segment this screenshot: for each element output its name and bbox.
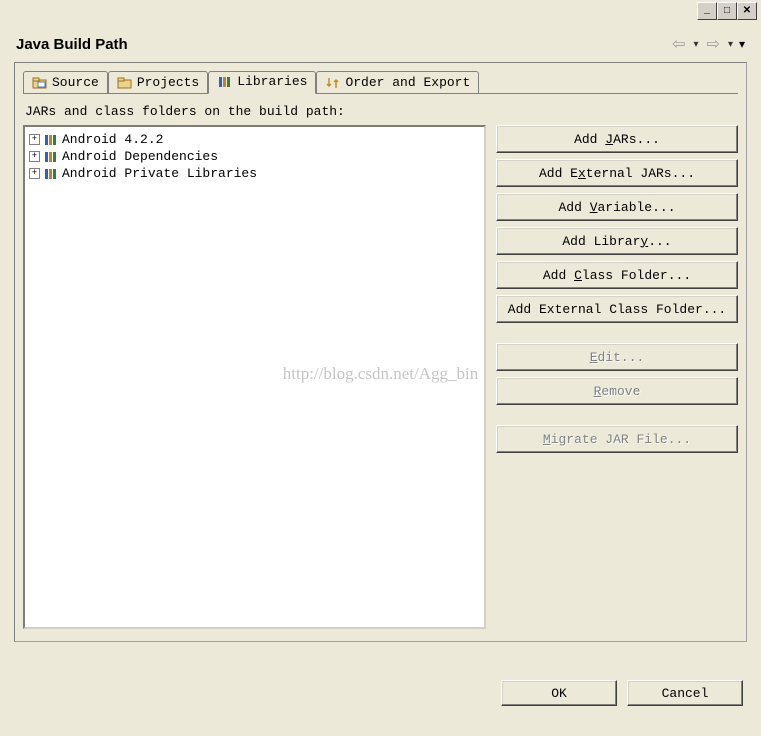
add-jars-button[interactable]: Add JARs... [496, 125, 738, 153]
add-external-class-folder-button[interactable]: Add External Class Folder... [496, 295, 738, 323]
migrate-jar-button: Migrate JAR File... [496, 425, 738, 453]
projects-folder-icon [117, 76, 133, 90]
tabs-bar: Source Projects Libraries Order and Expo… [23, 71, 738, 94]
tree-item[interactable]: + Android 4.2.2 [29, 131, 480, 148]
forward-arrow-icon[interactable]: ⇨ [705, 34, 722, 54]
tree-item-label: Android 4.2.2 [62, 132, 163, 147]
side-buttons: Add JARs... Add External JARs... Add Var… [496, 125, 738, 629]
add-variable-button[interactable]: Add Variable... [496, 193, 738, 221]
source-folder-icon [32, 76, 48, 90]
tree-item-label: Android Private Libraries [62, 166, 257, 181]
remove-button: Remove [496, 377, 738, 405]
tab-projects[interactable]: Projects [108, 71, 208, 94]
edit-button: Edit... [496, 343, 738, 371]
tab-label: Source [52, 75, 99, 90]
content-panel: Source Projects Libraries Order and Expo… [14, 62, 747, 642]
library-icon [44, 150, 60, 164]
back-dropdown-icon[interactable]: ▾ [694, 39, 699, 50]
libraries-icon [217, 75, 233, 89]
order-export-icon [325, 76, 341, 90]
add-external-jars-button[interactable]: Add External JARs... [496, 159, 738, 187]
cancel-button[interactable]: Cancel [627, 680, 743, 706]
forward-dropdown-icon[interactable]: ▾ [728, 39, 733, 50]
section-subtitle: JARs and class folders on the build path… [25, 104, 738, 119]
close-button[interactable]: ✕ [737, 2, 757, 20]
menu-dropdown-icon[interactable]: ▾ [739, 37, 745, 51]
library-icon [44, 133, 60, 147]
tab-label: Projects [137, 75, 199, 90]
expand-icon[interactable]: + [29, 151, 40, 162]
page-title: Java Build Path [16, 36, 128, 53]
ok-button[interactable]: OK [501, 680, 617, 706]
expand-icon[interactable]: + [29, 168, 40, 179]
tree-item[interactable]: + Android Private Libraries [29, 165, 480, 182]
tree-item-label: Android Dependencies [62, 149, 218, 164]
minimize-button[interactable]: _ [697, 2, 717, 20]
tab-label: Libraries [237, 74, 307, 89]
tree-item[interactable]: + Android Dependencies [29, 148, 480, 165]
add-library-button[interactable]: Add Library... [496, 227, 738, 255]
header-nav: ⇦ ▾ ⇨ ▾ ▾ [670, 34, 745, 54]
library-icon [44, 167, 60, 181]
tab-source[interactable]: Source [23, 71, 108, 94]
maximize-button[interactable]: □ [717, 2, 737, 20]
tab-order-export[interactable]: Order and Export [316, 71, 479, 94]
expand-icon[interactable]: + [29, 134, 40, 145]
add-class-folder-button[interactable]: Add Class Folder... [496, 261, 738, 289]
back-arrow-icon[interactable]: ⇦ [670, 34, 687, 54]
libraries-tree[interactable]: + Android 4.2.2 + Android Dependencies + [23, 125, 486, 629]
tab-libraries[interactable]: Libraries [208, 71, 316, 94]
tab-label: Order and Export [345, 75, 470, 90]
